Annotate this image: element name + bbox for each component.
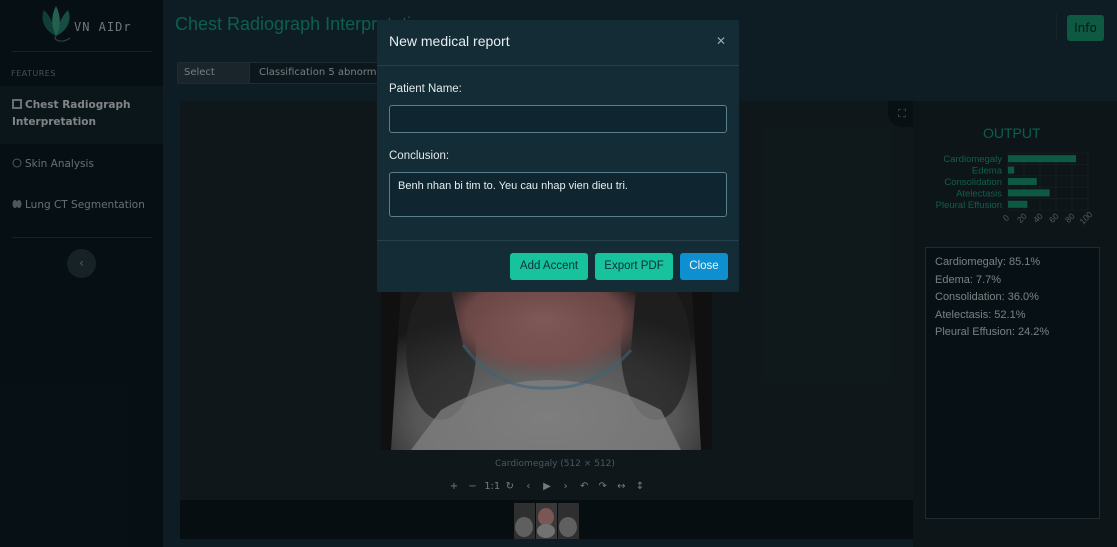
close-icon[interactable]: ✕ <box>716 34 726 48</box>
conclusion-textarea[interactable]: Benh nhan bi tim to. Yeu cau nhap vien d… <box>389 172 727 217</box>
add-accent-button[interactable]: Add Accent <box>510 253 588 280</box>
conclusion-label: Conclusion: <box>389 150 450 162</box>
patient-name-label: Patient Name: <box>389 83 462 95</box>
patient-name-input[interactable] <box>389 105 727 133</box>
new-report-modal: New medical report ✕ Patient Name: Concl… <box>377 20 739 292</box>
export-pdf-button[interactable]: Export PDF <box>595 253 673 280</box>
close-button[interactable]: Close <box>680 253 728 280</box>
modal-header-divider <box>377 65 739 66</box>
modal-footer-divider <box>377 240 739 241</box>
modal-title: New medical report <box>389 33 510 49</box>
